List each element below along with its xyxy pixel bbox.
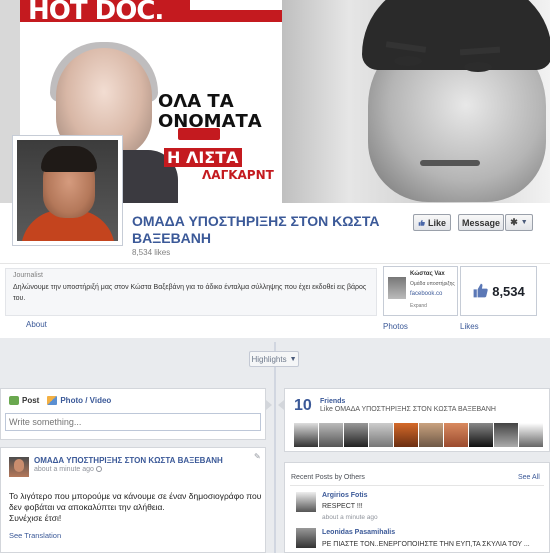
friend-avatar[interactable]: [319, 423, 343, 447]
friends-subtitle: Like ΟΜΑΔΑ ΥΠΟΣΤΗΡΙΞΗΣ ΣΤΟΝ ΚΩΣΤΑ ΒΑΞΕΒΑ…: [320, 406, 496, 413]
magazine-headline-line1: ΟΛΑ ΤΑ: [158, 91, 234, 112]
tab-photo-label: Photo / Video: [60, 395, 112, 405]
like-button[interactable]: Like: [413, 214, 451, 231]
likes-app-tile[interactable]: 8,534: [460, 266, 537, 316]
about-link[interactable]: About: [26, 320, 47, 329]
recent-post-text: ΡΕ ΠΙΑΣΤΕ ΤΟΝ..ΕΝΕΡΓΟΠΟΙΗΣΤΕ ΤΗΝ ΕΥΠ,ΤΑ …: [322, 541, 530, 548]
post-body: Το λιγότερο που μπορούμε να κάνουμε σε έ…: [9, 491, 279, 524]
recent-post-author[interactable]: Leonidas Pasamihalis: [322, 529, 395, 536]
friend-avatar[interactable]: [419, 423, 443, 447]
portrait-eye: [464, 62, 492, 72]
portrait-hair: [362, 0, 550, 70]
magazine-subheadline: Η ΛΙΣΤΑ: [164, 148, 242, 167]
likes-app-count: 8,534: [492, 283, 525, 299]
friends-count[interactable]: 10: [294, 397, 312, 415]
post-timestamp[interactable]: about a minute ago: [34, 466, 102, 473]
post-composer: Post Photo / Video: [0, 388, 266, 440]
caret-down-icon: ▼: [289, 355, 297, 363]
friend-avatar[interactable]: [444, 423, 468, 447]
caret-down-icon: ▼: [520, 219, 528, 226]
friends-title[interactable]: Friends: [320, 398, 345, 405]
photos-app-label[interactable]: Photos: [383, 322, 408, 331]
friend-avatar[interactable]: [294, 423, 318, 447]
facebook-page-timeline: HOT DOC. ΟΛΑ ΤΑ ΟΝΟΜΑΤΑ Η ΛΙΣΤΑ ΛΑΓΚΑΡΝΤ: [0, 0, 550, 553]
timeline-pointer: [278, 400, 284, 410]
page-likes-count: 8,534 likes: [132, 248, 171, 257]
post-body-line3: Συνέχισε έτσι!: [9, 513, 62, 523]
composer-tabs: Post Photo / Video: [1, 389, 265, 411]
thumbs-up-icon: [473, 283, 488, 298]
photos-app-tile[interactable]: Κώστας Vax Ομάδα υποστήριξης facebook.co…: [383, 266, 458, 316]
recent-post-text: RESPECT !!!: [322, 503, 363, 510]
thumbs-up-icon: [418, 219, 425, 226]
post-body-line1: Το λιγότερο που μπορούμε να κάνουμε σε έ…: [9, 491, 262, 501]
settings-dropdown-button[interactable]: ✱ ▼: [505, 214, 533, 231]
photo-icon: [47, 395, 58, 405]
photos-thumb-link: facebook.co: [410, 291, 443, 297]
photos-thumb-image: [388, 277, 406, 299]
post-time-text: about a minute ago: [34, 466, 94, 473]
friend-avatar[interactable]: [519, 423, 543, 447]
recent-posts-title: Recent Posts by Others: [291, 474, 365, 481]
highlights-dropdown[interactable]: Highlights ▼: [249, 351, 299, 367]
recent-post-time[interactable]: about a minute ago: [322, 514, 378, 521]
magazine-logo: HOT DOC.: [28, 0, 164, 26]
post-author[interactable]: ΟΜΑΔΑ ΥΠΟΣΤΗΡΙΞΗΣ ΣΤΟΝ ΚΩΣΤΑ ΒΑΞΕΒΑΝΗ: [34, 456, 223, 465]
page-title[interactable]: ΟΜΑΔΑ ΥΠΟΣΤΗΡΙΞΗΣ ΣΤΟΝ ΚΩΣΤΑ ΒΑΞΕΒΑΝΗ: [132, 213, 402, 247]
likes-app-label[interactable]: Likes: [460, 322, 479, 331]
globe-icon: [95, 466, 102, 472]
timeline-pointer: [266, 400, 272, 410]
journalist-portrait-image: [282, 0, 550, 203]
recent-post-author[interactable]: Argirios Fotis: [322, 492, 368, 499]
highlights-label: Highlights: [251, 354, 287, 364]
photos-thumb-title: Κώστας Vax: [410, 271, 445, 277]
friend-avatar[interactable]: [369, 423, 393, 447]
profile-picture[interactable]: [12, 135, 123, 246]
avatar[interactable]: [296, 492, 316, 512]
see-translation-link[interactable]: See Translation: [9, 531, 61, 540]
profile-picture-image: [17, 140, 118, 241]
about-description: Δηλώνουμε την υποστήριξή μας στον Κώστα …: [13, 284, 367, 302]
tab-photo-video[interactable]: Photo / Video: [47, 395, 112, 405]
tab-post[interactable]: Post: [9, 395, 40, 405]
portrait-eye: [394, 56, 422, 66]
photos-thumb-subtitle: Ομάδα υποστήριξης: [410, 281, 455, 287]
profile-hair: [41, 146, 97, 172]
message-button[interactable]: Message: [458, 214, 504, 231]
avatar[interactable]: [296, 528, 316, 548]
see-all-link[interactable]: See All: [518, 474, 540, 481]
avatar[interactable]: [9, 457, 29, 477]
divider: [290, 485, 544, 486]
tab-post-label: Post: [22, 395, 40, 405]
composer-input[interactable]: [5, 413, 261, 431]
status-icon: [9, 395, 19, 405]
post-body-line2: δεν φοβάται να αποκαλύπτει την αλήθεια.: [9, 502, 165, 512]
gear-icon: ✱: [510, 217, 518, 227]
post-options-icon[interactable]: ✎: [254, 452, 261, 461]
photos-thumb-expand: Expand: [410, 303, 427, 309]
like-button-label: Like: [427, 217, 446, 228]
friend-avatar[interactable]: [344, 423, 368, 447]
magazine-name-headline: ΛΑΓΚΑΡΝΤ: [200, 168, 276, 182]
message-button-label: Message: [461, 217, 501, 228]
friend-thumbnails: [294, 423, 543, 447]
portrait-mouth: [420, 160, 480, 166]
page-category: Journalist: [13, 272, 43, 279]
usb-stick-icon: [178, 128, 220, 140]
friend-avatar[interactable]: [494, 423, 518, 447]
magazine-headline: ΟΛΑ ΤΑ ΟΝΟΜΑΤΑ: [158, 92, 262, 132]
friend-avatar[interactable]: [469, 423, 493, 447]
magazine-ribbon: [190, 0, 282, 10]
friend-avatar[interactable]: [394, 423, 418, 447]
